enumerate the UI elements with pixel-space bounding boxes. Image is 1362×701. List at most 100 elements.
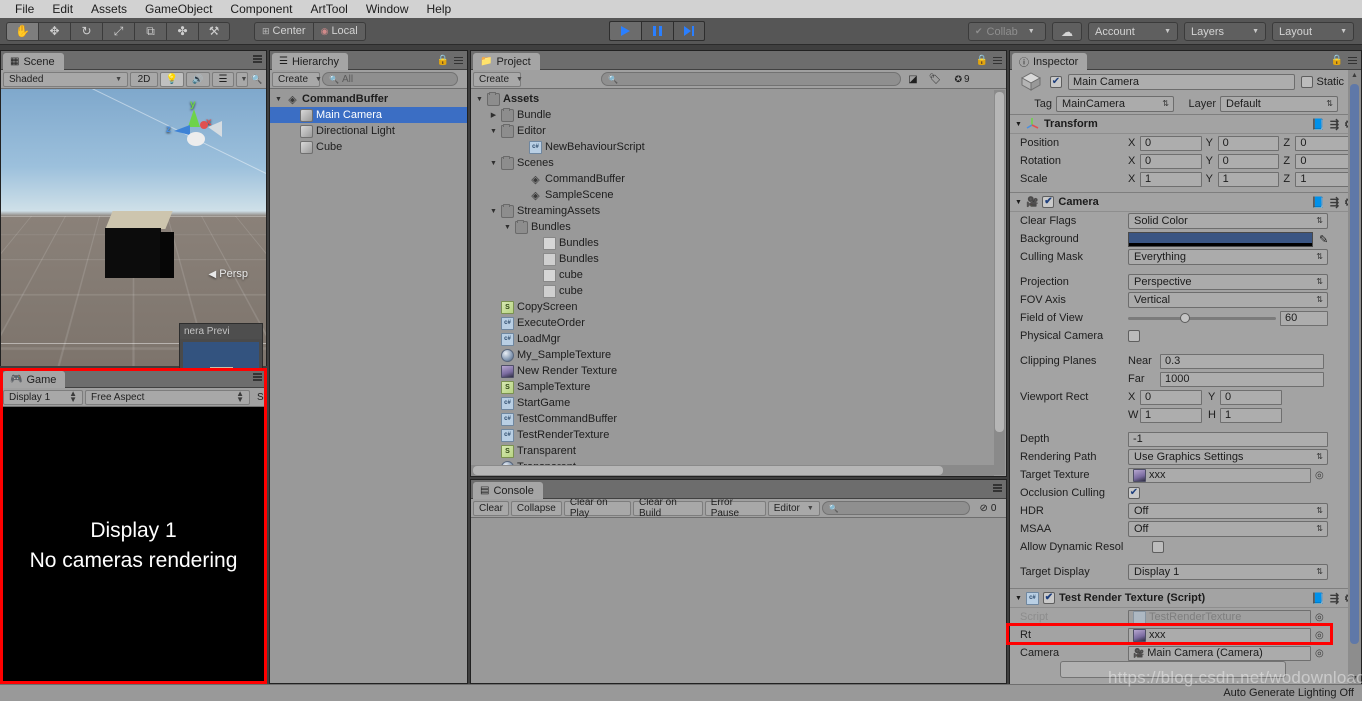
eyedropper-icon[interactable]: ✎ — [1319, 233, 1328, 246]
object-picker-icon[interactable]: ◎ — [1315, 470, 1324, 481]
menu-item-edit[interactable]: Edit — [43, 0, 82, 18]
field-of-view-input[interactable]: 60 — [1280, 310, 1328, 326]
layers-dropdown[interactable]: Layers ▼ — [1184, 22, 1266, 41]
transform-scale-y-input[interactable]: 1 — [1217, 171, 1280, 187]
tree-row[interactable]: ▼SCopyScreen — [471, 299, 1006, 315]
collab-button[interactable]: ✔ Collab ▼ — [968, 22, 1046, 41]
tree-row[interactable]: ▶ Bundle — [471, 107, 1006, 123]
allow-dynamic-resolution-checkbox[interactable] — [1152, 541, 1164, 553]
projection-dropdown[interactable]: Perspective ⇅ — [1128, 274, 1328, 290]
pause-button[interactable] — [641, 21, 673, 41]
transform-position-y-input[interactable]: 0 — [1217, 135, 1280, 151]
console-editor-dropdown[interactable]: Editor ▼ — [767, 500, 820, 516]
tab-console[interactable]: ▤ Console — [473, 482, 543, 499]
game-aspect-dropdown[interactable]: Free Aspect ▲ ▼ — [85, 389, 250, 405]
toggle-2d-button[interactable]: 2D — [130, 71, 158, 87]
panel-menu-icon[interactable] — [454, 56, 463, 65]
lock-icon[interactable]: 🔒 — [976, 55, 988, 66]
culling-mask-dropdown[interactable]: Everything ⇅ — [1128, 249, 1328, 265]
layer-dropdown[interactable]: Default ⇅ — [1220, 96, 1338, 112]
tree-row[interactable]: ▼ Assets — [471, 91, 1006, 107]
help-icon[interactable]: 📘 — [1311, 592, 1325, 605]
script-enabled-checkbox[interactable] — [1042, 592, 1055, 604]
hierarchy-create-button[interactable]: Create ▼ — [272, 71, 322, 87]
panel-menu-icon[interactable] — [1348, 56, 1357, 65]
scene-lighting-toggle[interactable]: 💡 — [160, 71, 184, 87]
tag-dropdown[interactable]: MainCamera ⇅ — [1056, 96, 1174, 112]
menu-item-file[interactable]: File — [6, 0, 43, 18]
tree-row[interactable]: ▼SSampleTexture — [471, 379, 1006, 395]
object-picker-icon[interactable]: ◎ — [1315, 630, 1324, 641]
chevron-down-icon[interactable]: ▼ — [489, 128, 498, 135]
gameobject-enabled-checkbox[interactable] — [1050, 76, 1062, 88]
viewport-w-input[interactable]: 1 — [1140, 407, 1202, 423]
foldout-arrow-icon[interactable]: ▼ — [1015, 199, 1022, 206]
chevron-down-icon[interactable]: ▼ — [475, 96, 484, 103]
scale-tool[interactable]: ⤢ — [102, 21, 134, 41]
foldout-arrow-icon[interactable]: ▼ — [1015, 121, 1022, 128]
project-create-button[interactable]: Create ▼ — [473, 71, 523, 87]
tree-row[interactable]: ▼My_SampleTexture — [471, 347, 1006, 363]
transform-scale-x-input[interactable]: 1 — [1140, 171, 1202, 187]
tree-row[interactable]: ▼c#StartGame — [471, 395, 1006, 411]
chevron-down-icon[interactable]: ▼ — [274, 96, 283, 103]
scene-gizmo[interactable]: y x z — [164, 99, 226, 163]
tab-inspector[interactable]: ⓘ Inspector — [1012, 53, 1088, 70]
project-horizontal-scrollbar[interactable] — [471, 465, 994, 476]
transform-position-x-input[interactable]: 0 — [1140, 135, 1202, 151]
viewport-h-input[interactable]: 1 — [1220, 407, 1282, 423]
physical-camera-checkbox[interactable] — [1128, 330, 1140, 342]
tab-hierarchy[interactable]: ☰ Hierarchy — [272, 53, 349, 70]
background-color-field[interactable] — [1128, 231, 1313, 247]
rect-tool[interactable]: ⧉ — [134, 21, 166, 41]
game-viewport[interactable]: Display 1 No cameras rendering — [1, 407, 266, 684]
pivot-mode-button[interactable]: ⊞ Center — [254, 21, 313, 41]
tree-row[interactable]: ▼Bundles — [471, 251, 1006, 267]
tree-row[interactable]: ▼◈SampleScene — [471, 187, 1006, 203]
help-icon[interactable]: 📘 — [1311, 196, 1325, 209]
menu-item-assets[interactable]: Assets — [82, 0, 136, 18]
cube-object[interactable] — [105, 211, 175, 283]
object-picker-icon[interactable]: ◎ — [1315, 612, 1324, 623]
console-collapse-button[interactable]: Collapse — [510, 500, 562, 516]
panel-menu-icon[interactable] — [993, 484, 1002, 492]
script-component-header[interactable]: ▼ c# Test Render Texture (Script) 📘 ⇶ ⚙ — [1010, 588, 1361, 608]
lock-icon[interactable]: 🔒 — [1331, 55, 1343, 66]
menu-item-help[interactable]: Help — [418, 0, 461, 18]
panel-menu-icon[interactable] — [993, 56, 1002, 65]
target-display-dropdown[interactable]: Display 1 ⇅ — [1128, 564, 1328, 580]
console-search-input[interactable]: 🔍 — [821, 501, 970, 515]
chevron-right-icon[interactable]: ▶ — [489, 111, 498, 119]
scene-perspective-label[interactable]: ◀ Persp — [208, 268, 248, 280]
game-display-dropdown[interactable]: Display 1 ▲ ▼ — [3, 389, 83, 405]
transform-rotation-y-input[interactable]: 0 — [1217, 153, 1280, 169]
shading-mode-dropdown[interactable]: Shaded ▼ — [3, 71, 128, 87]
msaa-dropdown[interactable]: Off ⇅ — [1128, 521, 1328, 537]
menu-item-window[interactable]: Window — [357, 0, 418, 18]
tree-row-selected[interactable]: ▼Main Camera — [270, 107, 467, 123]
depth-input[interactable]: -1 — [1128, 431, 1328, 447]
target-texture-field[interactable]: xxx — [1128, 467, 1311, 483]
scene-fx-dropdown[interactable]: ▼ — [236, 71, 248, 87]
project-search-input[interactable]: 🔍 — [601, 72, 901, 86]
project-favorites-button[interactable]: ✪ 9 — [947, 72, 977, 87]
layout-dropdown[interactable]: Layout ▼ — [1272, 22, 1354, 41]
scene-audio-toggle[interactable]: 🔊 — [186, 71, 210, 87]
hdr-dropdown[interactable]: Off ⇅ — [1128, 503, 1328, 519]
tab-scene[interactable]: ▦ Scene — [3, 53, 64, 70]
tree-row[interactable]: ▼cube — [471, 267, 1006, 283]
console-clear-on-build-button[interactable]: Clear on Build — [632, 497, 703, 519]
hierarchy-search-input[interactable]: 🔍 All — [322, 72, 458, 86]
lock-icon[interactable]: 🔒 — [437, 55, 449, 66]
chevron-down-icon[interactable]: ▼ — [489, 208, 498, 215]
panel-menu-icon[interactable] — [253, 373, 262, 381]
project-filter-label-button[interactable]: 🏷 — [925, 72, 945, 87]
tree-row[interactable]: ▼Bundles — [471, 235, 1006, 251]
chevron-down-icon[interactable]: ▼ — [503, 224, 512, 231]
field-of-view-slider[interactable] — [1128, 311, 1276, 326]
tree-row[interactable]: ▼Bundles — [471, 219, 1006, 235]
tree-row[interactable]: ▼ ◈ CommandBuffer — [270, 91, 467, 107]
transform-component-header[interactable]: ▼ Transform 📘 ⇶ ⚙ — [1010, 114, 1361, 134]
move-tool[interactable]: ✥ — [38, 21, 70, 41]
scene-search-icon-button[interactable]: 🔍 — [250, 72, 264, 87]
